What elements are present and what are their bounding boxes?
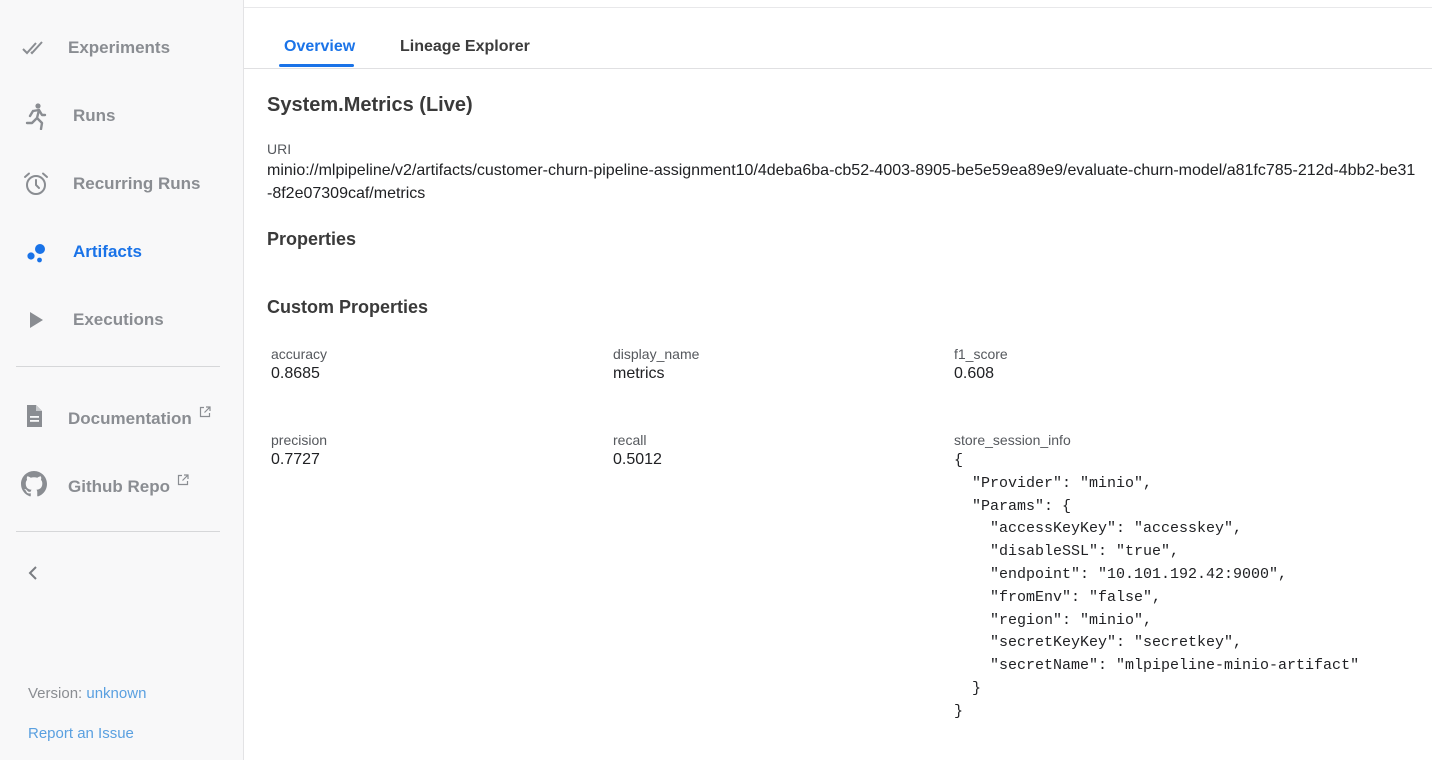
- property-value: 0.608: [954, 365, 995, 382]
- property-value: metrics: [613, 365, 665, 382]
- sidebar: Experiments Runs Recurring Runs Artifact…: [0, 0, 244, 760]
- play-arrow-icon: [22, 306, 50, 334]
- sidebar-link-documentation[interactable]: Documentation: [0, 392, 243, 440]
- document-icon: [20, 402, 48, 430]
- version-info: Version: unknown: [28, 685, 146, 702]
- sidebar-link-github-repo[interactable]: Github Repo: [0, 460, 243, 508]
- tab-overview[interactable]: Overview: [284, 38, 355, 56]
- sidebar-item-label: Artifacts: [73, 242, 142, 261]
- running-person-icon: [22, 102, 50, 130]
- sidebar-item-artifacts[interactable]: Artifacts: [0, 228, 243, 276]
- sidebar-link-label: Documentation: [68, 403, 211, 429]
- sidebar-item-label: Runs: [73, 106, 116, 125]
- open-in-new-icon: [199, 403, 211, 423]
- sidebar-item-experiments[interactable]: Experiments: [0, 24, 243, 72]
- property-value: 0.8685: [271, 365, 320, 382]
- tab-bar: Overview Lineage Explorer: [244, 28, 1432, 69]
- property-value: 0.7727: [271, 451, 320, 468]
- sidebar-link-label: Github Repo: [68, 471, 189, 497]
- top-bar-divider: [244, 7, 1432, 8]
- version-link[interactable]: unknown: [86, 685, 146, 702]
- properties-heading: Properties: [267, 229, 357, 249]
- uri-value: minio://mlpipeline/v2/artifacts/customer…: [267, 162, 1416, 202]
- property-key: display_name: [613, 346, 700, 362]
- sidebar-item-label: Recurring Runs: [73, 174, 201, 193]
- uri-label: URI: [267, 141, 292, 157]
- sidebar-item-executions[interactable]: Executions: [0, 296, 243, 344]
- property-accuracy: accuracy 0.8685: [271, 346, 327, 383]
- sidebar-item-label: Experiments: [68, 38, 171, 57]
- active-tab-indicator: [279, 64, 354, 67]
- version-label: Version:: [28, 685, 83, 702]
- tab-lineage-explorer[interactable]: Lineage Explorer: [400, 38, 530, 56]
- sidebar-divider: [16, 531, 220, 532]
- property-key: recall: [613, 432, 647, 448]
- artifact-title: System.Metrics (Live): [267, 94, 473, 116]
- property-recall: recall 0.5012: [613, 432, 662, 469]
- sidebar-item-runs[interactable]: Runs: [0, 92, 243, 140]
- github-icon: [20, 470, 48, 498]
- collapse-sidebar-button[interactable]: [20, 562, 46, 588]
- alarm-clock-icon: [22, 170, 50, 198]
- property-key: precision: [271, 432, 328, 448]
- chevron-left-icon: [26, 564, 40, 587]
- property-value: 0.5012: [613, 451, 662, 468]
- property-key: store_session_info: [954, 432, 1071, 448]
- sidebar-item-recurring-runs[interactable]: Recurring Runs: [0, 160, 243, 208]
- property-key: f1_score: [954, 346, 1008, 362]
- property-precision: precision 0.7727: [271, 432, 327, 469]
- custom-properties-heading: Custom Properties: [267, 297, 429, 317]
- property-key: accuracy: [271, 346, 328, 362]
- property-display-name: display_name metrics: [613, 346, 699, 383]
- property-store-session-info: store_session_info { "Provider": "minio"…: [954, 432, 1359, 724]
- sidebar-item-label: Executions: [73, 310, 164, 329]
- report-issue-link[interactable]: Report an Issue: [28, 725, 134, 742]
- double-check-icon: [20, 34, 48, 62]
- sidebar-divider: [16, 366, 220, 367]
- bubble-chart-icon: [22, 238, 50, 266]
- property-f1-score: f1_score 0.608: [954, 346, 1008, 383]
- open-in-new-icon: [177, 471, 189, 491]
- property-json-value: { "Provider": "minio", "Params": { "acce…: [954, 452, 1360, 720]
